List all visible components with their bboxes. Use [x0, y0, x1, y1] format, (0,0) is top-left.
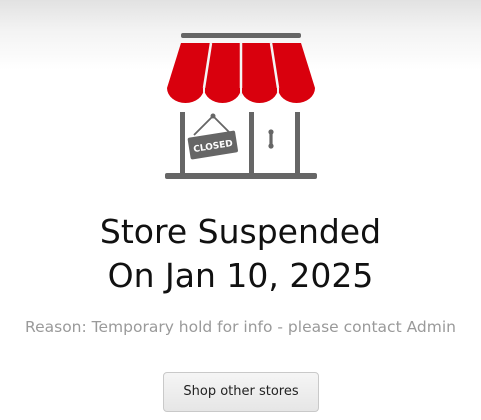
awning-rod — [181, 33, 301, 38]
suspension-reason: Reason: Temporary hold for info - please… — [25, 318, 456, 336]
store-ground — [165, 173, 317, 179]
suspension-date: On Jan 10, 2025 — [107, 256, 374, 295]
closed-sign-icon: CLOSED — [187, 113, 238, 160]
shop-other-stores-button[interactable]: Shop other stores — [163, 372, 319, 412]
closed-store-illustration: CLOSED — [163, 30, 319, 182]
door-handle-icon — [268, 129, 274, 149]
door-frame — [249, 112, 254, 176]
page-title: Store Suspended — [99, 212, 382, 251]
store-wall-right — [295, 112, 300, 176]
store-wall-left — [180, 112, 185, 176]
